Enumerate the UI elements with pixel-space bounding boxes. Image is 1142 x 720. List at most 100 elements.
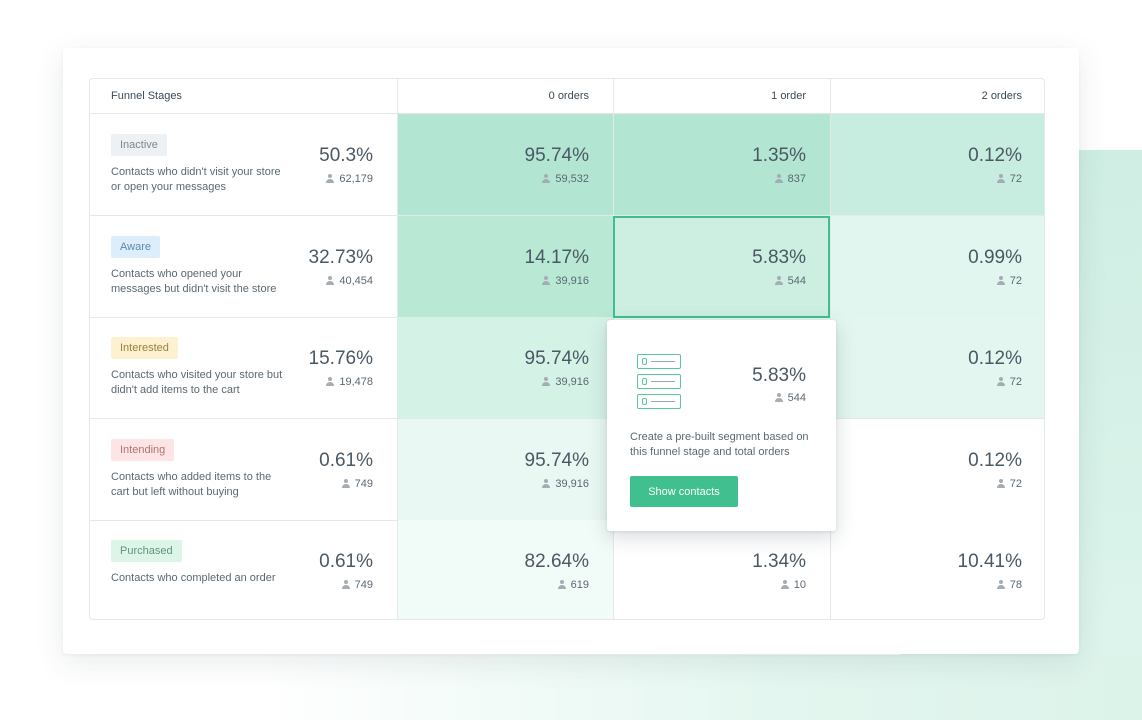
cell-count: 39,916 — [542, 376, 589, 388]
cell-count: 544 — [774, 275, 806, 287]
stage-badge: Interested — [111, 337, 178, 359]
stage-count: 62,179 — [326, 173, 373, 185]
stage-description: Contacts who added items to the cart but… — [111, 470, 272, 498]
funnel-cell[interactable]: 1.35% 837 — [613, 114, 830, 215]
person-icon — [542, 478, 551, 488]
funnel-cell[interactable]: 10.41% 78 — [830, 520, 1044, 619]
cell-count-value: 837 — [787, 173, 806, 185]
cell-count: 837 — [774, 173, 806, 185]
show-contacts-button[interactable]: Show contacts — [630, 476, 738, 507]
cell-percentage: 0.99% — [968, 246, 1022, 268]
contact-cards-icon — [637, 354, 681, 410]
cell-count: 10 — [780, 579, 806, 591]
segment-popover: 5.83% 544 Create a pre-built segment bas… — [607, 320, 836, 531]
funnel-row-aware: Aware Contacts who opened your messages b… — [90, 215, 1044, 318]
cell-percentage: 14.17% — [524, 246, 589, 268]
person-icon — [996, 478, 1005, 488]
funnel-cell[interactable]: 0.12% 72 — [830, 114, 1044, 215]
stage-cell[interactable]: Intending Contacts who added items to the… — [90, 419, 397, 520]
funnel-cell[interactable]: 14.17% 39,916 — [397, 215, 613, 317]
cell-count-value: 72 — [1009, 173, 1022, 185]
cell-count-value: 72 — [1009, 477, 1022, 490]
cell-count: 39,916 — [542, 275, 589, 287]
stage-description: Contacts who visited your store but didn… — [111, 369, 283, 396]
funnel-row-purchased: Purchased Contacts who completed an order… — [90, 520, 1044, 619]
person-icon — [996, 377, 1005, 386]
stage-cell[interactable]: Aware Contacts who opened your messages b… — [90, 216, 397, 317]
cell-percentage: 95.74% — [524, 145, 589, 166]
person-icon — [326, 174, 335, 183]
funnel-cell[interactable]: 0.99% 72 — [830, 215, 1044, 317]
stage-cell[interactable]: Inactive Contacts who didn't visit your s… — [90, 114, 397, 215]
cell-count: 72 — [996, 477, 1022, 490]
cell-count-value: 619 — [570, 579, 589, 591]
funnel-row-inactive: Inactive Contacts who didn't visit your s… — [90, 114, 1044, 216]
cell-percentage: 1.34% — [752, 551, 806, 572]
popover-description: Create a pre-built segment based on this… — [630, 431, 809, 458]
person-icon — [542, 174, 551, 183]
cell-count: 78 — [996, 579, 1022, 591]
person-icon — [326, 275, 335, 285]
stage-count: 19,478 — [326, 376, 373, 388]
person-icon — [996, 174, 1005, 183]
cell-count: 72 — [996, 376, 1022, 388]
stage-count: 749 — [341, 579, 373, 591]
popover-count: 544 — [774, 392, 806, 404]
stage-cell[interactable]: Purchased Contacts who completed an order… — [90, 520, 397, 619]
person-icon — [557, 580, 566, 589]
stage-cell[interactable]: Interested Contacts who visited your stor… — [90, 317, 397, 418]
stage-count-value: 749 — [354, 579, 373, 591]
stage-badge: Aware — [111, 235, 160, 258]
person-icon — [774, 393, 783, 402]
background-shape-bottom — [260, 655, 1142, 720]
cell-percentage: 1.35% — [752, 145, 806, 166]
cell-count-value: 72 — [1009, 376, 1022, 388]
header-1-order: 1 order — [613, 79, 830, 114]
stage-percentage: 15.76% — [308, 348, 373, 369]
funnel-cell[interactable]: 5.83% 544 — [613, 215, 830, 317]
cell-percentage: 0.12% — [968, 348, 1022, 369]
funnel-row-interested: Interested Contacts who visited your stor… — [90, 317, 1044, 419]
stage-percentage: 0.61% — [319, 551, 373, 572]
stage-description: Contacts who opened your messages but di… — [111, 267, 277, 295]
funnel-cell[interactable]: 0.12% 72 — [830, 418, 1044, 520]
cell-percentage: 95.74% — [524, 348, 589, 369]
funnel-cell[interactable]: 1.34% 10 — [613, 520, 830, 619]
person-icon — [996, 580, 1005, 589]
cell-count-value: 72 — [1009, 274, 1022, 287]
person-icon — [326, 377, 335, 386]
cell-count-value: 39,916 — [555, 376, 589, 388]
cell-count-value: 59,532 — [555, 173, 589, 185]
stage-percentage: 0.61% — [319, 449, 373, 471]
cell-percentage: 0.12% — [968, 449, 1022, 471]
stage-count-value: 40,454 — [339, 274, 373, 287]
stage-badge: Purchased — [111, 540, 182, 562]
person-icon — [341, 478, 350, 488]
funnel-cell[interactable]: 0.12% 72 — [830, 317, 1044, 418]
cell-count: 72 — [996, 173, 1022, 185]
funnel-cell[interactable]: 82.64% 619 — [397, 520, 613, 619]
funnel-cell[interactable]: 95.74% 59,532 — [397, 114, 613, 215]
funnel-table: Funnel Stages 0 orders 1 order 2 orders … — [89, 78, 1045, 620]
funnel-cell[interactable]: 95.74% 39,916 — [397, 418, 613, 520]
cell-percentage: 95.74% — [524, 449, 589, 471]
person-icon — [774, 275, 783, 285]
stage-count: 749 — [341, 477, 373, 490]
stage-count-value: 19,478 — [339, 376, 373, 388]
stage-count: 40,454 — [326, 275, 373, 287]
stage-count-value: 749 — [354, 477, 373, 490]
cell-count: 39,916 — [542, 478, 589, 490]
funnel-cell[interactable]: 95.74% 39,916 — [397, 317, 613, 418]
person-icon — [774, 174, 783, 183]
stage-badge: Inactive — [111, 134, 167, 156]
person-icon — [780, 580, 789, 589]
cell-percentage: 5.83% — [752, 246, 806, 268]
stage-description: Contacts who didn't visit your store or … — [111, 166, 281, 193]
cell-count-value: 78 — [1009, 579, 1022, 591]
stage-badge: Intending — [111, 438, 175, 461]
cell-count-value: 39,916 — [555, 274, 589, 287]
cell-count: 619 — [557, 579, 589, 591]
stage-description: Contacts who completed an order — [111, 572, 276, 584]
person-icon — [341, 580, 350, 589]
cell-count: 72 — [996, 274, 1022, 287]
